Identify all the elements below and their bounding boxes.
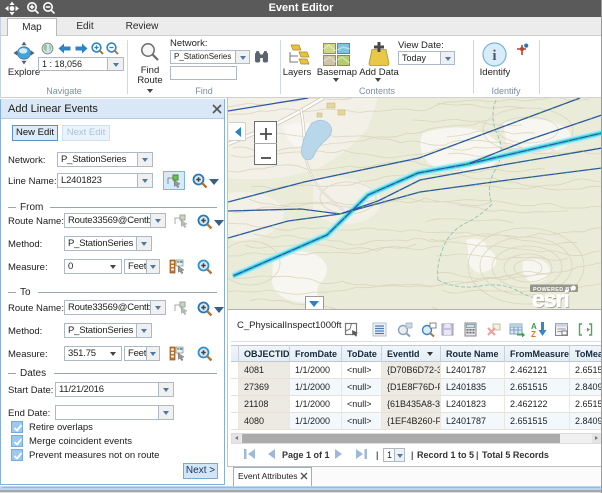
svg-text:esri: esri (532, 286, 569, 309)
svg-text:Z: Z (531, 330, 536, 337)
svg-text:i: i (492, 48, 496, 64)
